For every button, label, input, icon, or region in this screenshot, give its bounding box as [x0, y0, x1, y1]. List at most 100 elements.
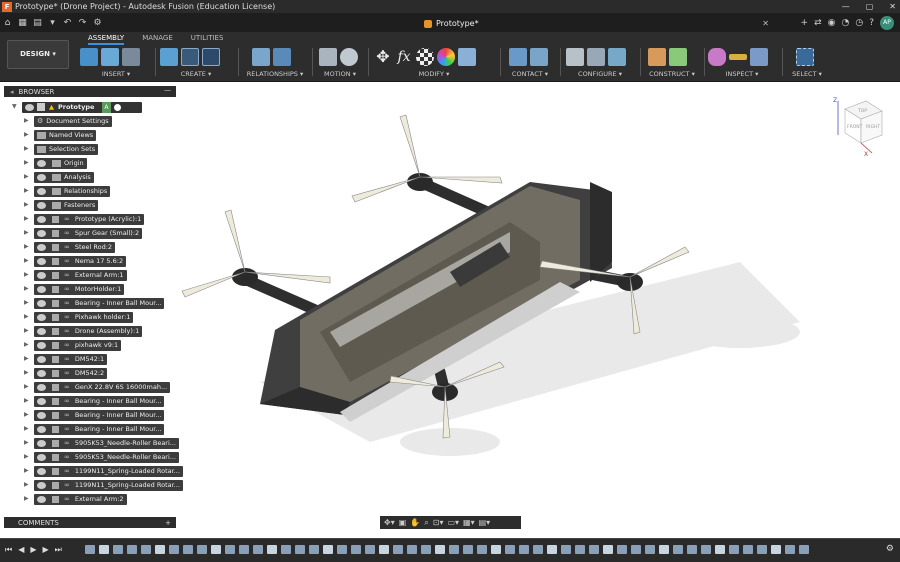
- viewports-icon[interactable]: ▤▾: [479, 518, 491, 527]
- timeline-feature-icon[interactable]: [743, 545, 753, 554]
- browser-tree-item[interactable]: ▶ Origin: [4, 156, 179, 170]
- timeline-feature-icon[interactable]: [365, 545, 375, 554]
- workspace-switcher[interactable]: DESIGN ▾: [7, 40, 69, 69]
- expand-arrow-icon[interactable]: ▶: [24, 313, 29, 320]
- interference-icon[interactable]: [708, 48, 726, 66]
- browser-node[interactable]: ∞ External Arm:1: [34, 269, 127, 281]
- motion-link-icon[interactable]: [319, 48, 337, 66]
- section-analysis-icon[interactable]: [750, 48, 768, 66]
- browser-node[interactable]: Relationships: [34, 185, 111, 197]
- file-menu-icon[interactable]: ▤: [30, 18, 45, 28]
- timeline-feature-icon[interactable]: [757, 545, 767, 554]
- visibility-eye-icon[interactable]: [37, 187, 46, 195]
- configure-menu[interactable]: CONFIGURE ▾: [564, 70, 636, 78]
- timeline-feature-icon[interactable]: [589, 545, 599, 554]
- appearance-icon[interactable]: [416, 48, 434, 66]
- contact-menu[interactable]: CONTACT ▾: [506, 70, 554, 78]
- create-menu[interactable]: CREATE ▾: [160, 70, 232, 78]
- insert-configuration-icon[interactable]: [608, 48, 626, 66]
- expand-arrow-icon[interactable]: ▶: [24, 467, 29, 474]
- select-menu[interactable]: SELECT ▾: [790, 70, 824, 78]
- tab-assembly[interactable]: ASSEMBLY: [88, 34, 125, 45]
- timeline-feature-icon[interactable]: [799, 545, 809, 554]
- extensions-icon[interactable]: ⇄: [814, 18, 822, 28]
- browser-panel-header[interactable]: ◂ BROWSER —: [4, 86, 176, 97]
- browser-tree-item[interactable]: ▶ ∞ MotorHolder:1: [4, 282, 179, 296]
- timeline-feature-icon[interactable]: [785, 545, 795, 554]
- expand-arrow-icon[interactable]: ▶: [24, 453, 29, 460]
- expand-arrow-icon[interactable]: ▶: [24, 341, 29, 348]
- notifications-icon[interactable]: ◔: [842, 18, 850, 28]
- timeline-feature-icon[interactable]: [561, 545, 571, 554]
- browser-tree-item[interactable]: ▶ ∞ Bearing - Inner Ball Mour...: [4, 296, 179, 310]
- timeline-feature-icon[interactable]: [449, 545, 459, 554]
- timeline-feature-icon[interactable]: [771, 545, 781, 554]
- timeline-feature-icon[interactable]: [533, 545, 543, 554]
- look-at-icon[interactable]: ▣: [399, 518, 407, 527]
- timeline-settings-icon[interactable]: ⚙: [886, 544, 894, 554]
- browser-tree-item[interactable]: ▶ ∞ pixhawk v9:1: [4, 338, 179, 352]
- browser-tree-item[interactable]: ▶ ∞ 5905K53_Needle-Roller Beari...: [4, 436, 179, 450]
- add-comment-icon[interactable]: +: [165, 519, 171, 527]
- document-tab[interactable]: Prototype* ✕: [424, 15, 781, 32]
- browser-node[interactable]: ∞ 5905K53_Needle-Roller Beari...: [34, 437, 179, 449]
- expand-arrow-icon[interactable]: ▶: [24, 215, 29, 222]
- timeline-feature-icon[interactable]: [295, 545, 305, 554]
- expand-arrow-icon[interactable]: ▶: [24, 355, 29, 362]
- browser-node[interactable]: ∞ Bearing - Inner Ball Mour...: [34, 297, 165, 309]
- insert-derive-icon[interactable]: [80, 48, 98, 66]
- visibility-eye-icon[interactable]: [37, 481, 46, 489]
- browser-tree-item[interactable]: ▶ ∞ Nema 17 5.6:2: [4, 254, 179, 268]
- bounding-box-icon[interactable]: [181, 48, 199, 66]
- browser-tree-item[interactable]: ▶ ∞ Bearing - Inner Ball Mour...: [4, 422, 179, 436]
- visibility-eye-icon[interactable]: [37, 355, 46, 363]
- timeline-feature-icon[interactable]: [351, 545, 361, 554]
- close-tab-icon[interactable]: ✕: [762, 19, 769, 28]
- expand-arrow-icon[interactable]: ▶: [24, 201, 29, 208]
- browser-tree-item[interactable]: ▶ ∞ Steel Rod:2: [4, 240, 179, 254]
- tree-root[interactable]: ▼ ▲ Prototype A: [4, 100, 179, 114]
- browser-node[interactable]: ∞ Pixhawk holder:1: [34, 311, 134, 323]
- viewcube-front-label[interactable]: FRONT: [847, 124, 863, 130]
- select-icon[interactable]: [796, 48, 814, 66]
- timeline-feature-icon[interactable]: [253, 545, 263, 554]
- browser-node[interactable]: ∞ GenX 22.8V 6S 16000mah...: [34, 381, 171, 393]
- expand-arrow-icon[interactable]: ▶: [24, 257, 29, 264]
- 3d-viewport[interactable]: [180, 82, 900, 537]
- relationships-menu[interactable]: RELATIONSHIPS ▾: [244, 70, 306, 78]
- expand-arrow-icon[interactable]: ▶: [24, 229, 29, 236]
- browser-node[interactable]: Named Views: [34, 129, 97, 141]
- timeline-feature-icon[interactable]: [337, 545, 347, 554]
- timeline-feature-icon[interactable]: [421, 545, 431, 554]
- motion-study-icon[interactable]: [340, 48, 358, 66]
- visibility-eye-icon[interactable]: [37, 369, 46, 377]
- insert-menu[interactable]: INSERT ▾: [80, 70, 152, 78]
- midplane-icon[interactable]: [669, 48, 687, 66]
- timeline-end-icon[interactable]: ⏭: [55, 545, 62, 555]
- visibility-eye-icon[interactable]: [37, 159, 46, 167]
- expand-root-icon[interactable]: ▼: [12, 103, 17, 110]
- visibility-eye-icon[interactable]: [37, 257, 46, 265]
- expand-arrow-icon[interactable]: ▶: [24, 131, 29, 138]
- timeline-feature-icon[interactable]: [393, 545, 403, 554]
- browser-tree-item[interactable]: ▶ Relationships: [4, 184, 179, 198]
- browser-node[interactable]: ∞ 1199N11_Spring-Loaded Rotar...: [34, 479, 183, 491]
- browser-node[interactable]: Fasteners: [34, 199, 99, 211]
- browser-tree-item[interactable]: ▶ ∞ 1199N11_Spring-Loaded Rotar...: [4, 478, 183, 492]
- insert-component-icon[interactable]: [101, 48, 119, 66]
- visibility-eye-icon[interactable]: [37, 341, 46, 349]
- timeline-feature-icon[interactable]: [211, 545, 221, 554]
- expand-arrow-icon[interactable]: ▶: [24, 117, 29, 124]
- timeline-feature-icon[interactable]: [267, 545, 277, 554]
- new-tab-icon[interactable]: +: [801, 18, 809, 28]
- browser-node[interactable]: Selection Sets: [34, 143, 99, 155]
- browser-node[interactable]: Origin: [34, 157, 87, 169]
- timeline-feature-icon[interactable]: [323, 545, 333, 554]
- browser-tree-item[interactable]: ▶ ∞ 5905K53_Needle-Roller Beari...: [4, 450, 179, 464]
- expand-arrow-icon[interactable]: ▶: [24, 159, 29, 166]
- browser-tree-item[interactable]: ▶ ∞ DM542:2: [4, 366, 179, 380]
- visibility-eye-icon[interactable]: [37, 425, 46, 433]
- joint-icon[interactable]: [252, 48, 270, 66]
- browser-tree-item[interactable]: ▶ ∞ GenX 22.8V 6S 16000mah...: [4, 380, 179, 394]
- help-icon[interactable]: ?: [869, 18, 874, 28]
